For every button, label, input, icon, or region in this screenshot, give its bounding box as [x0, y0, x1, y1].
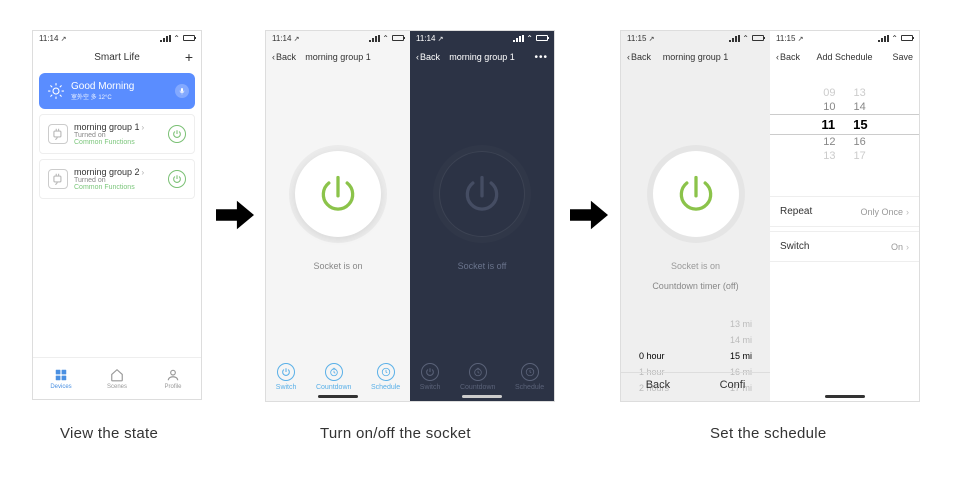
phone-countdown: 11:15 ↗ ⌃ ‹Back morning group 1 Socket i… [621, 31, 770, 401]
save-button[interactable]: Save [892, 52, 913, 62]
chevron-right-icon: › [142, 168, 145, 177]
phone-socket-off: 11:14 ↗ ⌃ ‹Back morning group 1 ••• Sock… [410, 31, 554, 401]
add-device-button[interactable]: + [185, 49, 193, 65]
caption: Turn on/off the socket [320, 425, 471, 442]
banner-title: Good Morning [71, 81, 134, 92]
bottom-schedule[interactable]: Schedule [515, 363, 544, 391]
more-button[interactable]: ••• [534, 52, 548, 63]
phone-add-schedule: 11:15 ↗ ⌃ ‹Back Add Schedule Save 0913 1… [770, 31, 919, 401]
plug-icon [48, 124, 68, 144]
back-button[interactable]: ‹Back [776, 52, 800, 62]
repeat-label: Repeat [780, 206, 812, 217]
device-power-button[interactable] [168, 125, 186, 143]
status-bar: 11:14 ↗ ⌃ [33, 31, 201, 45]
time-picker[interactable]: 0913 1014 1115 1216 1317 [770, 86, 919, 163]
sun-icon [47, 82, 65, 100]
status-bar: 11:14 ↗ ⌃ [410, 31, 554, 45]
phone-pair-power: 11:14 ↗ ⌃ ‹Back morning group 1 Socket i… [265, 30, 555, 402]
phone-pair-schedule: 11:15 ↗ ⌃ ‹Back morning group 1 Socket i… [620, 30, 920, 402]
caption: Set the schedule [710, 425, 827, 442]
back-button[interactable]: ‹Back [416, 52, 440, 62]
tab-devices[interactable]: Devices [33, 358, 89, 399]
power-toggle[interactable] [295, 151, 381, 237]
power-toggle[interactable] [653, 151, 739, 237]
arrow-icon [216, 200, 254, 235]
bottom-schedule[interactable]: Schedule [371, 363, 400, 391]
chevron-right-icon: › [906, 207, 909, 217]
power-toggle[interactable] [439, 151, 525, 237]
countdown-back-button[interactable]: Back [646, 379, 670, 391]
weather-banner[interactable]: Good Morning 室外空 多 12°C [39, 73, 195, 109]
home-indicator [318, 395, 358, 398]
countdown-title: Countdown timer (off) [621, 281, 770, 291]
back-button[interactable]: ‹Back [627, 52, 651, 62]
app-title: Smart Life [94, 52, 140, 63]
tab-profile[interactable]: Profile [145, 358, 201, 399]
signal-icon [160, 35, 170, 42]
arrow-icon [570, 200, 608, 235]
status-bar: 11:14 ↗ ⌃ [266, 31, 410, 45]
back-button[interactable]: ‹Back [272, 52, 296, 62]
chevron-left-icon: ‹ [627, 52, 630, 62]
tab-bar: Devices Scenes Profile [33, 357, 201, 399]
phone-home: 11:14 ↗ ⌃ Smart Life + Good Morning 室外空 … [32, 30, 202, 400]
status-bar: 11:15 ↗ ⌃ [621, 31, 770, 45]
socket-state-label: Socket is on [621, 261, 770, 271]
socket-state-label: Socket is off [410, 261, 554, 271]
wifi-icon: ⌃ [173, 34, 180, 43]
bottom-switch[interactable]: Switch [420, 363, 441, 391]
home-indicator [462, 395, 502, 398]
countdown-confirm-button[interactable]: Confi [720, 379, 746, 391]
device-row[interactable]: morning group 2› Turned on Common Functi… [39, 159, 195, 199]
caption: View the state [60, 425, 158, 442]
device-power-button[interactable] [168, 170, 186, 188]
chevron-left-icon: ‹ [776, 52, 779, 62]
banner-sub: 室外空 多 12°C [71, 92, 134, 101]
bottom-countdown[interactable]: Countdown [316, 363, 351, 391]
bottom-countdown[interactable]: Countdown [460, 363, 495, 391]
mic-button[interactable] [175, 84, 189, 98]
chevron-left-icon: ‹ [416, 52, 419, 62]
home-nav: Smart Life + [33, 45, 201, 69]
switch-row[interactable]: Switch On› [770, 231, 919, 262]
chevron-right-icon: › [906, 242, 909, 252]
chevron-left-icon: ‹ [272, 52, 275, 62]
device-row[interactable]: morning group 1› Turned on Common Functi… [39, 114, 195, 154]
home-indicator [825, 395, 865, 398]
phone-socket-on: 11:14 ↗ ⌃ ‹Back morning group 1 Socket i… [266, 31, 410, 401]
bottom-switch[interactable]: Switch [276, 363, 297, 391]
plug-icon [48, 169, 68, 189]
battery-icon [183, 35, 195, 41]
status-bar: 11:15 ↗ ⌃ [770, 31, 919, 45]
tab-scenes[interactable]: Scenes [89, 358, 145, 399]
chevron-right-icon: › [142, 123, 145, 132]
switch-label: Switch [780, 241, 809, 252]
repeat-row[interactable]: Repeat Only Once› [770, 196, 919, 227]
socket-state-label: Socket is on [266, 261, 410, 271]
